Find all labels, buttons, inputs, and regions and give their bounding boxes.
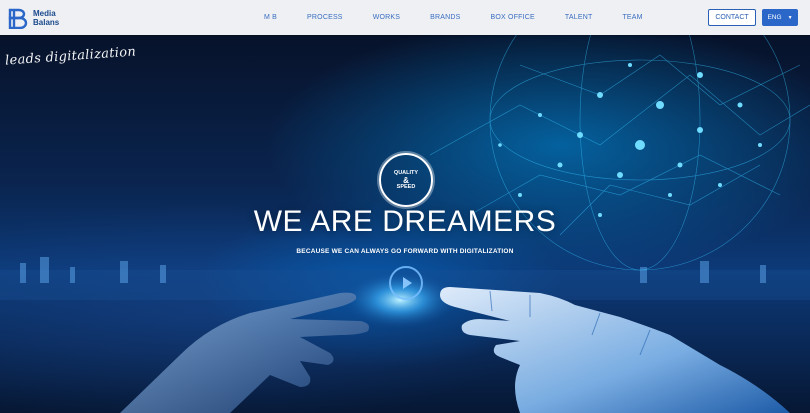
badge-amp: & xyxy=(403,175,409,185)
badge-bottom-text: SPEED xyxy=(396,183,416,190)
hero-section: leads digitalization QUALITY & SPEED WE … xyxy=(0,35,810,413)
nav-item-team[interactable]: TEAM xyxy=(622,14,642,21)
brand-name: Media Balans xyxy=(33,9,59,27)
main-nav: M B PROCESS WORKS BRANDS BOX OFFICE TALE… xyxy=(256,0,658,35)
play-icon xyxy=(403,277,412,289)
page: Media Balans M B PROCESS WORKS BRANDS BO… xyxy=(0,0,810,413)
nav-item-talent[interactable]: TALENT xyxy=(565,14,593,21)
brand-logo[interactable]: Media Balans xyxy=(8,5,59,30)
hero-headline: WE ARE DREAMERS xyxy=(253,205,557,238)
brand-line-2: Balans xyxy=(33,17,60,27)
mb-logo-icon xyxy=(8,8,28,29)
contact-button[interactable]: CONTACT xyxy=(708,9,756,26)
nav-item-brands[interactable]: BRANDS xyxy=(430,14,460,21)
nav-item-mb[interactable]: M B xyxy=(264,14,277,21)
top-navbar: Media Balans M B PROCESS WORKS BRANDS BO… xyxy=(0,0,810,35)
language-selector[interactable]: ENG ▼ xyxy=(762,9,798,26)
language-label: ENG xyxy=(767,14,782,21)
nav-item-works[interactable]: WORKS xyxy=(373,14,400,21)
caret-down-icon: ▼ xyxy=(787,14,793,21)
brand-line-1: Media xyxy=(33,8,56,18)
hero-subline: BECAUSE WE CAN ALWAYS GO FORWARD WITH DI… xyxy=(296,248,514,255)
nav-item-process[interactable]: PROCESS xyxy=(307,14,343,21)
nav-item-box-office[interactable]: BOX OFFICE xyxy=(491,14,535,21)
play-video-button[interactable] xyxy=(389,266,423,300)
quality-speed-badge: QUALITY & SPEED xyxy=(379,153,433,207)
